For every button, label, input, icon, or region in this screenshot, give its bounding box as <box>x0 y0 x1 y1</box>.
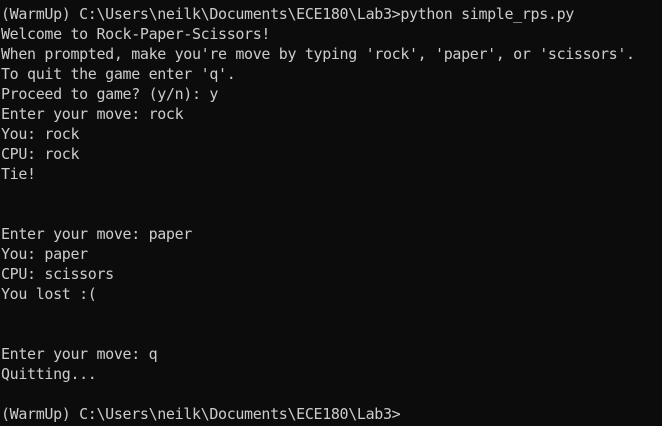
command-line: (WarmUp) C:\Users\neilk\Documents\ECE180… <box>1 5 574 23</box>
output-line: Tie! <box>1 165 36 183</box>
output-line: Proceed to game? (y/n): y <box>1 85 219 103</box>
output-line: You: rock <box>1 125 80 143</box>
output-line: Enter your move: rock <box>1 105 184 123</box>
prompt-text: (WarmUp) C:\Users\neilk\Documents\ECE180… <box>1 405 401 423</box>
terminal-window[interactable]: (WarmUp) C:\Users\neilk\Documents\ECE180… <box>0 0 662 426</box>
output-line: CPU: rock <box>1 145 80 163</box>
output-line: Enter your move: paper <box>1 225 192 243</box>
output-line: Welcome to Rock-Paper-Scissors! <box>1 25 271 43</box>
output-line: You: paper <box>1 245 88 263</box>
output-line: Enter your move: q <box>1 345 158 363</box>
output-line: Quitting... <box>1 365 97 383</box>
output-line: CPU: scissors <box>1 265 114 283</box>
output-line: You lost :( <box>1 285 97 303</box>
output-line: When prompted, make you're move by typin… <box>1 45 635 63</box>
output-line: To quit the game enter 'q'. <box>1 65 236 83</box>
prompt-line[interactable]: (WarmUp) C:\Users\neilk\Documents\ECE180… <box>0 404 662 424</box>
